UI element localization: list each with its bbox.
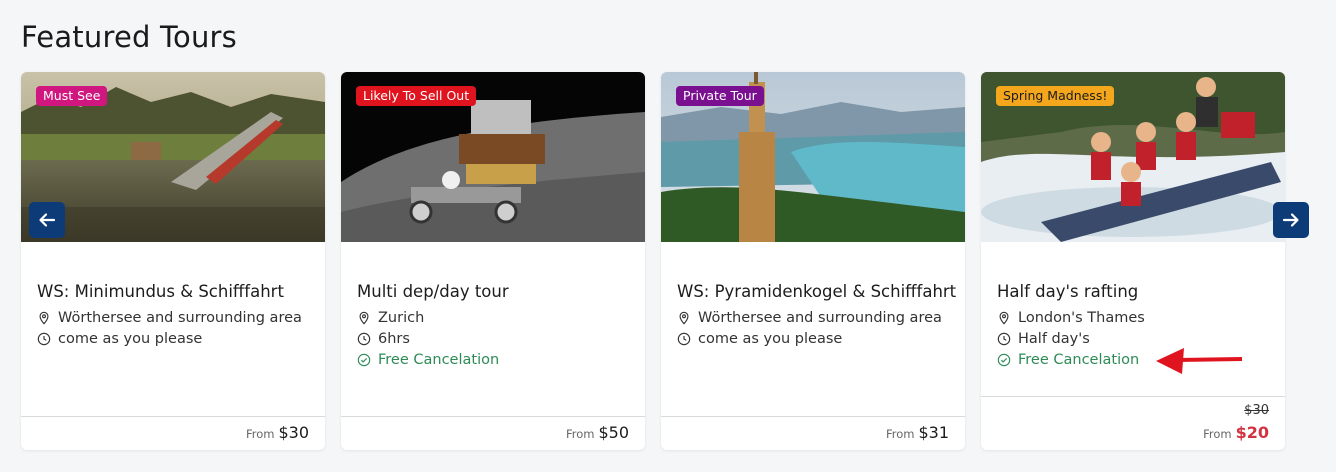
location-pin-icon <box>679 311 689 325</box>
price-row: From $50 <box>565 423 629 442</box>
price-row: From $30 <box>245 423 309 442</box>
tour-title[interactable]: WS: Pyramidenkogel & Schifffahrt <box>677 282 956 301</box>
free-cancelation: Free Cancelation <box>357 352 499 368</box>
tour-card[interactable]: Must See WS: Minimundus & Schifffahrt Wö… <box>21 72 325 450</box>
card-footer: From $31 <box>661 416 965 450</box>
card-footer: From $30 <box>21 416 325 450</box>
tour-price: $30 <box>278 423 309 442</box>
annotation-arrow-icon <box>1156 348 1243 374</box>
card-footer: From $50 <box>341 416 645 450</box>
promo-badge: Likely To Sell Out <box>356 86 477 106</box>
section-title: Featured Tours <box>21 20 237 54</box>
carousel-next-button[interactable] <box>1273 202 1309 238</box>
free-cancelation: Free Cancelation <box>997 352 1139 368</box>
price-row: From $31 <box>885 423 949 442</box>
tour-location: Zurich <box>357 310 424 326</box>
tour-duration: come as you please <box>37 331 202 347</box>
promo-badge: Spring Madness! <box>996 86 1115 106</box>
tour-price: $31 <box>918 423 949 442</box>
tour-duration: 6hrs <box>357 331 410 347</box>
tour-duration: come as you please <box>677 331 842 347</box>
clock-icon <box>357 332 371 346</box>
tour-card[interactable]: Private Tour WS: Pyramidenkogel & Schiff… <box>661 72 965 450</box>
sale-price: $20 <box>1235 423 1269 442</box>
promo-badge: Must See <box>36 86 108 106</box>
carousel-prev-button[interactable] <box>29 202 65 238</box>
card-footer: $30 From $20 <box>981 396 1285 450</box>
check-circle-icon <box>357 353 371 367</box>
tour-title[interactable]: WS: Minimundus & Schifffahrt <box>37 282 284 301</box>
tour-card[interactable]: Spring Madness! Half day's rafting Londo… <box>981 72 1285 450</box>
check-circle-icon <box>997 353 1011 367</box>
original-price: $30 <box>1244 403 1269 418</box>
clock-icon <box>997 332 1011 346</box>
tour-title[interactable]: Multi dep/day tour <box>357 282 509 301</box>
arrow-left-icon <box>39 213 56 227</box>
tour-price: $50 <box>598 423 629 442</box>
clock-icon <box>37 332 51 346</box>
tour-duration: Half day's <box>997 331 1090 347</box>
arrow-right-icon <box>1282 213 1299 227</box>
price-row: From $20 <box>1203 423 1269 442</box>
tour-location: Wörthersee and surrounding area <box>677 310 942 326</box>
tour-card[interactable]: Likely To Sell Out Multi dep/day tour Zu… <box>341 72 645 450</box>
clock-icon <box>677 332 691 346</box>
location-pin-icon <box>39 311 49 325</box>
tour-location: London's Thames <box>997 310 1145 326</box>
tour-title[interactable]: Half day's rafting <box>997 282 1138 301</box>
tour-location: Wörthersee and surrounding area <box>37 310 302 326</box>
promo-badge: Private Tour <box>676 86 764 106</box>
location-pin-icon <box>359 311 369 325</box>
location-pin-icon <box>999 311 1009 325</box>
